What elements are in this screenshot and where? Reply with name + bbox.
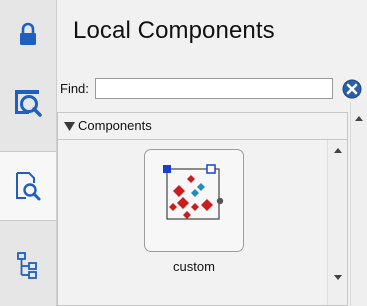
group-label: Components <box>78 118 152 133</box>
group-header-components[interactable]: Components <box>58 113 347 140</box>
find-row: Find: <box>57 76 367 102</box>
rail-button-lock[interactable] <box>0 0 56 68</box>
panel-scrollbar[interactable] <box>350 102 367 306</box>
lock-icon <box>20 22 36 45</box>
scroll-up-arrow-icon[interactable] <box>334 148 342 153</box>
component-label-custom[interactable]: custom <box>144 259 244 274</box>
rail-button-local-components[interactable] <box>0 151 56 221</box>
component-grid-scrollbar[interactable] <box>327 140 347 306</box>
panel-scroll-up-arrow-icon[interactable] <box>355 116 363 121</box>
find-label: Find: <box>60 81 89 96</box>
tool-rail <box>0 0 57 306</box>
expanded-triangle-icon <box>64 122 75 131</box>
scroll-down-arrow-icon[interactable] <box>334 275 342 280</box>
local-components-panel: Local Components Find: Components custom <box>57 0 367 306</box>
find-input[interactable] <box>95 78 333 99</box>
rail-button-component-library[interactable] <box>0 69 56 137</box>
app-window: Local Components Find: Components custom <box>0 0 367 306</box>
component-tile-custom[interactable] <box>144 149 244 252</box>
hierarchy-tree-icon <box>17 252 37 279</box>
clear-icon <box>342 79 362 99</box>
document-search-icon <box>16 172 41 201</box>
custom-component-icon <box>163 164 224 220</box>
component-grid: custom <box>58 140 327 306</box>
rail-button-hierarchy[interactable] <box>0 232 56 300</box>
component-library-icon <box>15 90 42 117</box>
panel-title: Local Components <box>73 17 275 44</box>
components-tree: Components custom <box>57 112 348 306</box>
clear-find-button[interactable] <box>342 79 362 99</box>
